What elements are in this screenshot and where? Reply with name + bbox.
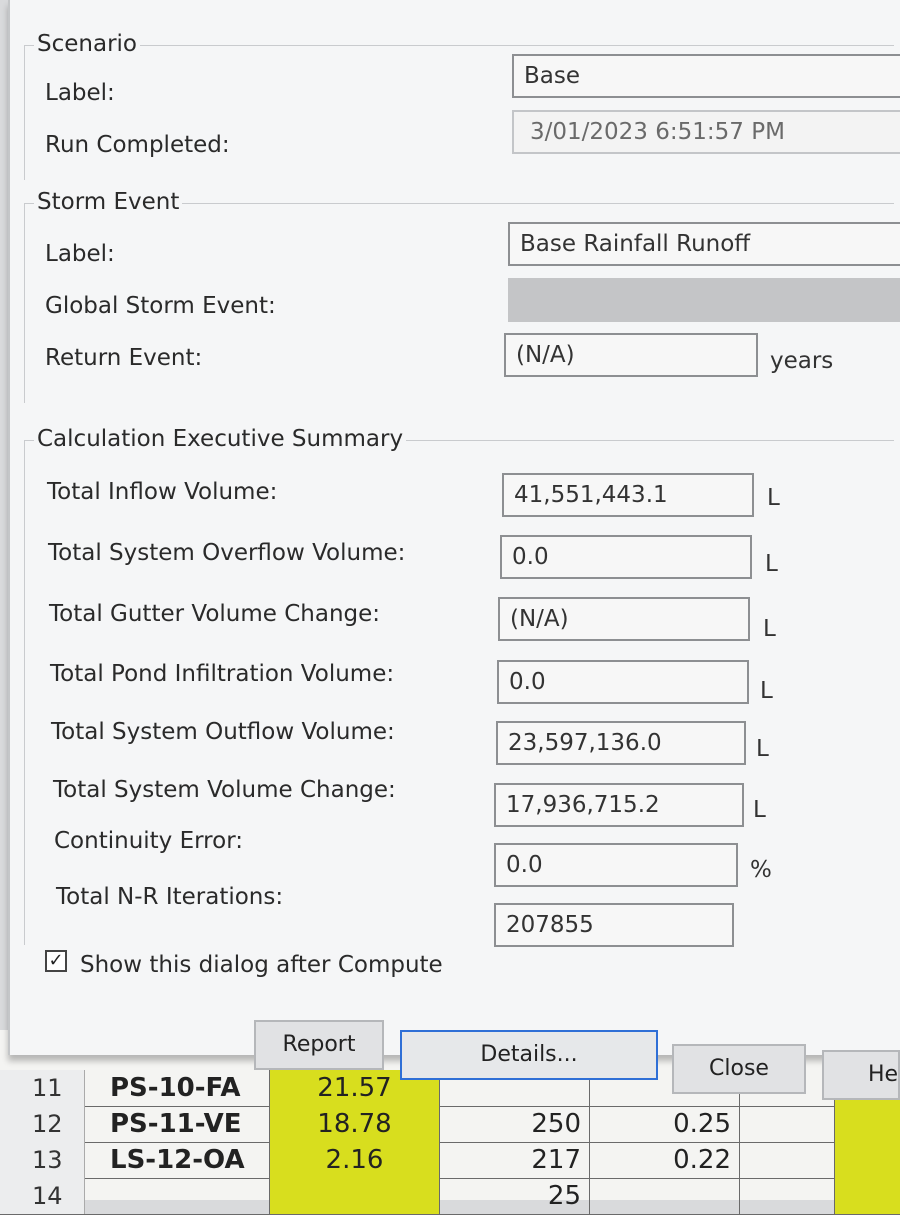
return-event-field[interactable]: (N/A) — [504, 333, 758, 377]
cell-value[interactable]: 2.16 — [270, 1142, 440, 1178]
show-dialog-label: Show this dialog after Compute — [80, 952, 443, 978]
system-outflow-field[interactable]: 23,597,136.0 — [496, 721, 746, 765]
cell-empty[interactable] — [740, 1142, 835, 1178]
pond-infiltration-field[interactable]: 0.0 — [497, 660, 749, 704]
close-button[interactable]: Close — [672, 1044, 806, 1094]
cell-count[interactable]: 217 — [440, 1142, 590, 1178]
global-storm-field[interactable] — [508, 278, 900, 322]
nr-iterations-field[interactable]: 207855 — [494, 903, 734, 947]
cell-ratio[interactable]: 0.22 — [590, 1142, 740, 1178]
table-row[interactable]: 14 25 — [0, 1178, 900, 1215]
cell-value[interactable]: 18.78 — [270, 1106, 440, 1142]
cell-highlight[interactable] — [835, 1142, 900, 1178]
unit-label: L — [760, 678, 773, 704]
cell-id[interactable]: LS-12-OA — [85, 1142, 270, 1178]
continuity-error-field[interactable]: 0.0 — [494, 843, 738, 887]
gutter-volume-field[interactable]: (N/A) — [498, 597, 750, 641]
return-event-unit: years — [770, 348, 834, 374]
unit-label: % — [750, 857, 772, 883]
run-completed-caption: Run Completed: — [45, 132, 230, 158]
cell-ratio[interactable]: 0.25 — [590, 1106, 740, 1142]
scenario-label-field[interactable]: Base — [512, 54, 900, 98]
volume-change-field[interactable]: 17,936,715.2 — [494, 783, 744, 827]
summary-label: Total N-R Iterations: — [56, 884, 284, 910]
unit-label: L — [756, 736, 769, 762]
cell-highlight[interactable] — [835, 1178, 900, 1214]
cell-empty[interactable] — [740, 1178, 835, 1214]
cell-value[interactable] — [270, 1178, 440, 1214]
summary-label: Continuity Error: — [54, 828, 244, 854]
total-inflow-field[interactable]: 41,551,443.1 — [502, 473, 754, 517]
storm-label-field[interactable]: Base Rainfall Runoff — [508, 222, 900, 266]
details-button[interactable]: Details... — [400, 1030, 658, 1080]
global-storm-caption: Global Storm Event: — [45, 293, 276, 319]
scenario-group-title: Scenario — [34, 31, 140, 57]
divider — [24, 203, 25, 403]
cell-count[interactable]: 25 — [440, 1178, 590, 1214]
report-button[interactable]: Report — [254, 1020, 384, 1070]
divider — [24, 45, 894, 46]
summary-label: Total Gutter Volume Change: — [49, 601, 381, 627]
storm-label-caption: Label: — [45, 241, 115, 267]
divider — [24, 45, 25, 180]
summary-label: Total System Overflow Volume: — [48, 540, 406, 566]
run-completed-field: 3/01/2023 6:51:57 PM — [512, 110, 900, 154]
cell-count[interactable]: 250 — [440, 1106, 590, 1142]
return-event-caption: Return Event: — [45, 345, 203, 371]
system-overflow-field[interactable]: 0.0 — [500, 535, 752, 579]
summary-label: Total System Outflow Volume: — [51, 719, 395, 745]
unit-label: L — [765, 551, 778, 577]
help-button[interactable]: He — [822, 1050, 900, 1100]
checkmark-icon: ✓ — [48, 950, 64, 971]
cell-ratio[interactable] — [590, 1178, 740, 1214]
calculation-summary-dialog: Scenario Label: Base Run Completed: 3/01… — [8, 0, 900, 1080]
table-row[interactable]: 12 PS-11-VE 18.78 250 0.25 — [0, 1106, 900, 1143]
cell-highlight[interactable] — [835, 1106, 900, 1142]
summary-label: Total System Volume Change: — [53, 777, 396, 803]
scenario-label-caption: Label: — [45, 80, 115, 106]
storm-group-title: Storm Event — [34, 189, 183, 215]
row-number: 13 — [0, 1142, 85, 1178]
row-number: 11 — [0, 1070, 85, 1106]
cell-empty[interactable] — [740, 1106, 835, 1142]
summary-label: Total Inflow Volume: — [47, 479, 278, 505]
cell-id[interactable]: PS-10-FA — [85, 1070, 270, 1106]
cell-id[interactable]: PS-11-VE — [85, 1106, 270, 1142]
unit-label: L — [763, 616, 776, 642]
unit-label: L — [753, 797, 766, 823]
summary-group-title: Calculation Executive Summary — [34, 426, 407, 452]
show-dialog-checkbox[interactable]: ✓ — [45, 950, 67, 972]
cell-id[interactable] — [85, 1178, 270, 1214]
divider — [24, 440, 25, 945]
summary-label: Total Pond Infiltration Volume: — [50, 661, 395, 687]
row-number: 14 — [0, 1178, 85, 1214]
row-number: 12 — [0, 1106, 85, 1142]
unit-label: L — [767, 485, 780, 511]
table-row[interactable]: 13 LS-12-OA 2.16 217 0.22 — [0, 1142, 900, 1179]
